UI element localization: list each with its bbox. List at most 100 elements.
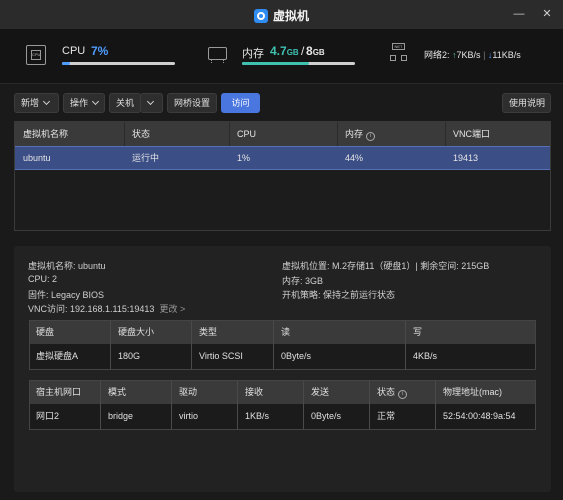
window-title-text: 虚拟机 xyxy=(272,9,309,23)
cpu-value: 7% xyxy=(91,44,109,58)
memory-usage-fill xyxy=(242,62,309,65)
detail-vm-name: 虚拟机名称: ubuntu xyxy=(28,261,106,271)
shutdown-button[interactable]: 关机 xyxy=(109,93,141,113)
detail-location: 虚拟机位置: M.2存储11（硬盘1）| 剩余空间: 215GB xyxy=(282,261,490,271)
visit-button[interactable]: 访问 xyxy=(221,93,260,113)
vm-vnc-port: 19413 xyxy=(453,153,479,163)
disk-col-write: 写 xyxy=(413,327,423,337)
memory-total: 8GB xyxy=(306,44,325,58)
network-icon-node xyxy=(390,55,396,61)
memory-used-value: 4.7 xyxy=(270,44,287,58)
disk-type: Virtio SCSI xyxy=(199,351,243,361)
nic-rx: 1KB/s xyxy=(245,411,270,421)
nic-mac: 52:54:00:48:9a:54 xyxy=(443,411,516,421)
network-icon-node xyxy=(401,55,407,61)
info-icon[interactable]: i xyxy=(398,390,408,399)
vm-memory: 44% xyxy=(345,153,364,163)
new-button-label: 新增 xyxy=(21,98,40,108)
cpu-icon-text: CPU xyxy=(31,50,41,60)
column-header-vnc[interactable]: VNC端口 xyxy=(453,122,490,146)
column-header-memory-label: 内存 xyxy=(345,129,364,139)
network-stats: 网络2: ↑7KB/s | ↓11KB/s xyxy=(424,48,521,61)
help-button[interactable]: 使用说明 xyxy=(502,93,551,113)
nic-table-header: 宿主机网口 模式 驱动 接收 发送 状态 i 物理地址(mac) xyxy=(30,381,535,404)
disk-size: 180G xyxy=(118,351,141,361)
download-speed: 11KB/s xyxy=(492,50,521,60)
detail-boot-policy: 开机策略: 保持之前运行状态 xyxy=(282,290,396,300)
column-header-name[interactable]: 虚拟机名称 xyxy=(23,122,68,146)
nic-port: 网口2 xyxy=(36,411,60,421)
detail-vnc: VNC访问: 192.168.1.115:19413 更改 > xyxy=(28,302,185,315)
column-header-cpu[interactable]: CPU xyxy=(237,122,256,146)
actions-button-label: 操作 xyxy=(70,98,89,108)
network-icon-box: NET xyxy=(392,43,405,50)
title-bar: 虚拟机 — ✕ xyxy=(0,0,563,29)
app-logo-icon xyxy=(253,9,268,23)
bridge-settings-button[interactable]: 网桥设置 xyxy=(167,93,217,113)
vm-table-header: 虚拟机名称 状态 CPU 内存 i VNC端口 xyxy=(15,122,550,146)
chevron-down-icon xyxy=(91,97,100,106)
nic-col-status: 状态 i xyxy=(377,381,408,404)
memory-used: 4.7GB xyxy=(270,44,299,58)
resource-stats-bar: CPU CPU 7% 内存 4.7GB / 8GB NET 网络2: ↑7KB/… xyxy=(0,29,563,84)
actions-dropdown-button[interactable]: 操作 xyxy=(63,93,105,113)
detail-firmware: 固件: Legacy BIOS xyxy=(28,290,105,300)
nic-tx: 0Byte/s xyxy=(311,411,342,421)
table-row: 网口2 bridge virtio 1KB/s 0Byte/s 正常 52:54… xyxy=(30,404,535,429)
vnc-change-link[interactable]: 更改 > xyxy=(159,304,185,314)
detail-cpu: CPU: 2 xyxy=(28,274,58,284)
memory-icon xyxy=(208,47,227,63)
vm-status: 运行中 xyxy=(132,153,160,163)
upload-speed: 7KB/s xyxy=(456,50,481,60)
nic-col-mac: 物理地址(mac) xyxy=(443,387,502,397)
chevron-down-icon xyxy=(42,97,51,106)
vm-table: 虚拟机名称 状态 CPU 内存 i VNC端口 ubuntu 运行中 1% 44%… xyxy=(14,121,551,231)
cpu-icon: CPU xyxy=(26,45,46,65)
disk-name: 虚拟硬盘A xyxy=(36,351,79,361)
column-divider xyxy=(337,122,338,146)
cpu-usage-fill xyxy=(62,62,70,65)
disk-read: 0Byte/s xyxy=(281,351,312,361)
info-icon[interactable]: i xyxy=(366,132,376,141)
window-title: 虚拟机 xyxy=(0,7,563,24)
nic-col-status-label: 状态 xyxy=(377,387,396,397)
vm-detail-panel: 虚拟机名称: ubuntu CPU: 2 固件: Legacy BIOS VNC… xyxy=(14,246,551,492)
detail-vnc-value: VNC访问: 192.168.1.115:19413 xyxy=(28,304,155,314)
nic-col-driver: 驱动 xyxy=(179,387,198,397)
new-dropdown-button[interactable]: 新增 xyxy=(14,93,59,113)
table-row: 虚拟硬盘A 180G Virtio SCSI 0Byte/s 4KB/s xyxy=(30,344,535,369)
disk-col-disk: 硬盘 xyxy=(36,327,55,337)
memory-used-unit: GB xyxy=(286,48,299,57)
shutdown-dropdown-button[interactable] xyxy=(140,93,163,113)
detail-memory: 内存: 3GB xyxy=(282,276,324,286)
column-divider xyxy=(124,122,125,146)
network-icon: NET xyxy=(389,43,408,62)
nic-mode: bridge xyxy=(108,411,134,421)
disk-col-read: 读 xyxy=(281,327,291,337)
network-interface-table: 宿主机网口 模式 驱动 接收 发送 状态 i 物理地址(mac) 网口2 brid… xyxy=(29,380,536,430)
chevron-down-icon xyxy=(146,97,155,106)
memory-label: 内存 xyxy=(242,48,264,60)
vm-cpu: 1% xyxy=(237,153,251,163)
memory-usage-bar xyxy=(242,62,355,65)
minimize-button[interactable]: — xyxy=(513,8,525,20)
nic-driver: virtio xyxy=(179,411,199,421)
column-header-memory[interactable]: 内存 i xyxy=(345,122,376,146)
disk-table: 硬盘 硬盘大小 类型 读 写 虚拟硬盘A 180G Virtio SCSI 0B… xyxy=(29,320,536,370)
disk-table-header: 硬盘 硬盘大小 类型 读 写 xyxy=(30,321,535,344)
column-divider xyxy=(229,122,230,146)
table-row[interactable]: ubuntu 运行中 1% 44% 19413 xyxy=(15,146,550,170)
column-header-status[interactable]: 状态 xyxy=(132,122,150,146)
vm-name: ubuntu xyxy=(23,153,51,163)
disk-col-size: 硬盘大小 xyxy=(118,327,155,337)
nic-col-mode: 模式 xyxy=(108,387,127,397)
nic-col-tx: 发送 xyxy=(311,387,330,397)
memory-separator: / xyxy=(301,44,305,58)
disk-write: 4KB/s xyxy=(413,351,438,361)
memory-total-unit: GB xyxy=(312,48,325,57)
memory-total-value: 8 xyxy=(306,44,313,58)
cpu-usage-bar xyxy=(62,62,175,65)
close-button[interactable]: ✕ xyxy=(541,8,553,20)
nic-status: 正常 xyxy=(377,411,396,421)
network-divider: | xyxy=(483,50,486,60)
